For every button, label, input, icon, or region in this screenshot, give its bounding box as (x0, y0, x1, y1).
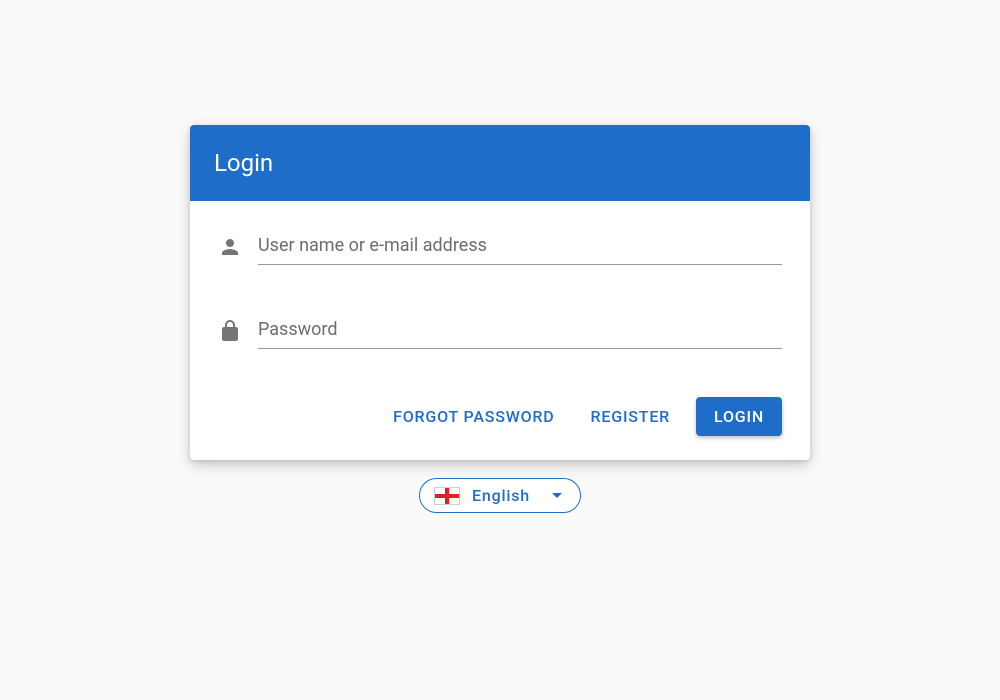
flag-icon (434, 487, 460, 505)
username-input[interactable] (258, 229, 782, 265)
login-card: Login (190, 125, 810, 460)
actions-row: Forgot Password Register Login (218, 397, 782, 436)
password-field (218, 313, 782, 349)
card-body: Forgot Password Register Login (190, 201, 810, 460)
language-selector[interactable]: English (419, 478, 581, 513)
card-header-title: Login (190, 125, 810, 201)
person-icon (218, 235, 242, 259)
login-button[interactable]: Login (696, 397, 782, 436)
chevron-down-icon (552, 493, 562, 498)
lock-icon (218, 319, 242, 343)
password-input[interactable] (258, 313, 782, 349)
register-button[interactable]: Register (581, 397, 681, 436)
forgot-password-button[interactable]: Forgot Password (383, 397, 564, 436)
language-label: English (472, 486, 530, 505)
username-field (218, 229, 782, 265)
